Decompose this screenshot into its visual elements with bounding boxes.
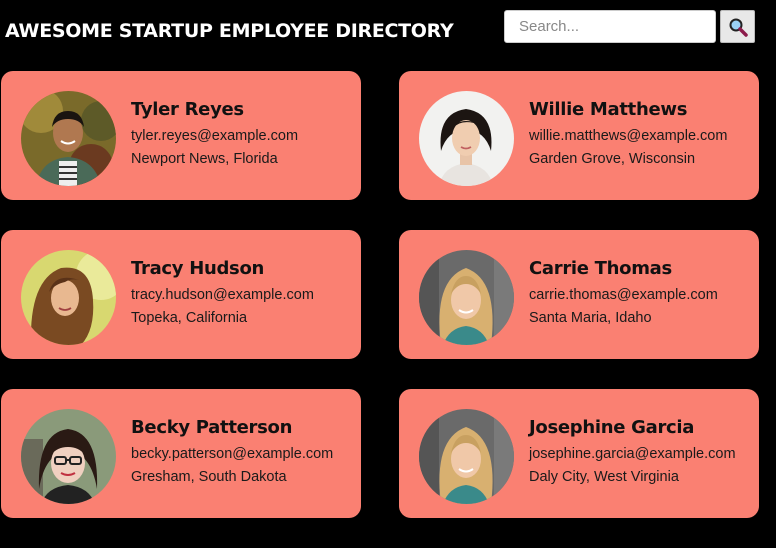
employee-card[interactable]: Carrie Thomas carrie.thomas@example.com … (399, 230, 759, 359)
employee-email: carrie.thomas@example.com (529, 287, 718, 303)
page-title: AWESOME STARTUP EMPLOYEE DIRECTORY (5, 20, 454, 42)
employee-name: Willie Matthews (529, 99, 688, 120)
search-button[interactable] (720, 10, 755, 43)
employee-name: Josephine Garcia (529, 417, 695, 438)
avatar (419, 250, 514, 345)
employee-card[interactable]: Willie Matthews willie.matthews@example.… (399, 71, 759, 200)
employee-location: Topeka, California (131, 310, 248, 326)
magnifier-icon (729, 18, 748, 37)
employee-name: Tracy Hudson (131, 258, 265, 279)
avatar (419, 409, 514, 504)
employee-email: tracy.hudson@example.com (131, 287, 314, 303)
employee-card[interactable]: Tyler Reyes tyler.reyes@example.com Newp… (1, 71, 361, 200)
employee-name: Becky Patterson (131, 417, 293, 438)
employee-location: Newport News, Florida (131, 151, 278, 167)
avatar (21, 409, 116, 504)
search-input[interactable] (504, 10, 716, 43)
employee-location: Daly City, West Virginia (529, 469, 679, 485)
avatar (21, 91, 116, 186)
employee-card[interactable]: Josephine Garcia josephine.garcia@exampl… (399, 389, 759, 518)
employee-name: Carrie Thomas (529, 258, 672, 279)
employee-email: willie.matthews@example.com (529, 128, 728, 144)
employee-location: Santa Maria, Idaho (529, 310, 652, 326)
employee-email: becky.patterson@example.com (131, 446, 334, 462)
employee-location: Gresham, South Dakota (131, 469, 287, 485)
header: AWESOME STARTUP EMPLOYEE DIRECTORY (0, 0, 776, 60)
employee-name: Tyler Reyes (131, 99, 244, 120)
avatar (419, 91, 514, 186)
avatar (21, 250, 116, 345)
employee-card[interactable]: Becky Patterson becky.patterson@example.… (1, 389, 361, 518)
employee-email: tyler.reyes@example.com (131, 128, 299, 144)
employee-card[interactable]: Tracy Hudson tracy.hudson@example.com To… (1, 230, 361, 359)
employee-email: josephine.garcia@example.com (529, 446, 736, 462)
employee-location: Garden Grove, Wisconsin (529, 151, 696, 167)
